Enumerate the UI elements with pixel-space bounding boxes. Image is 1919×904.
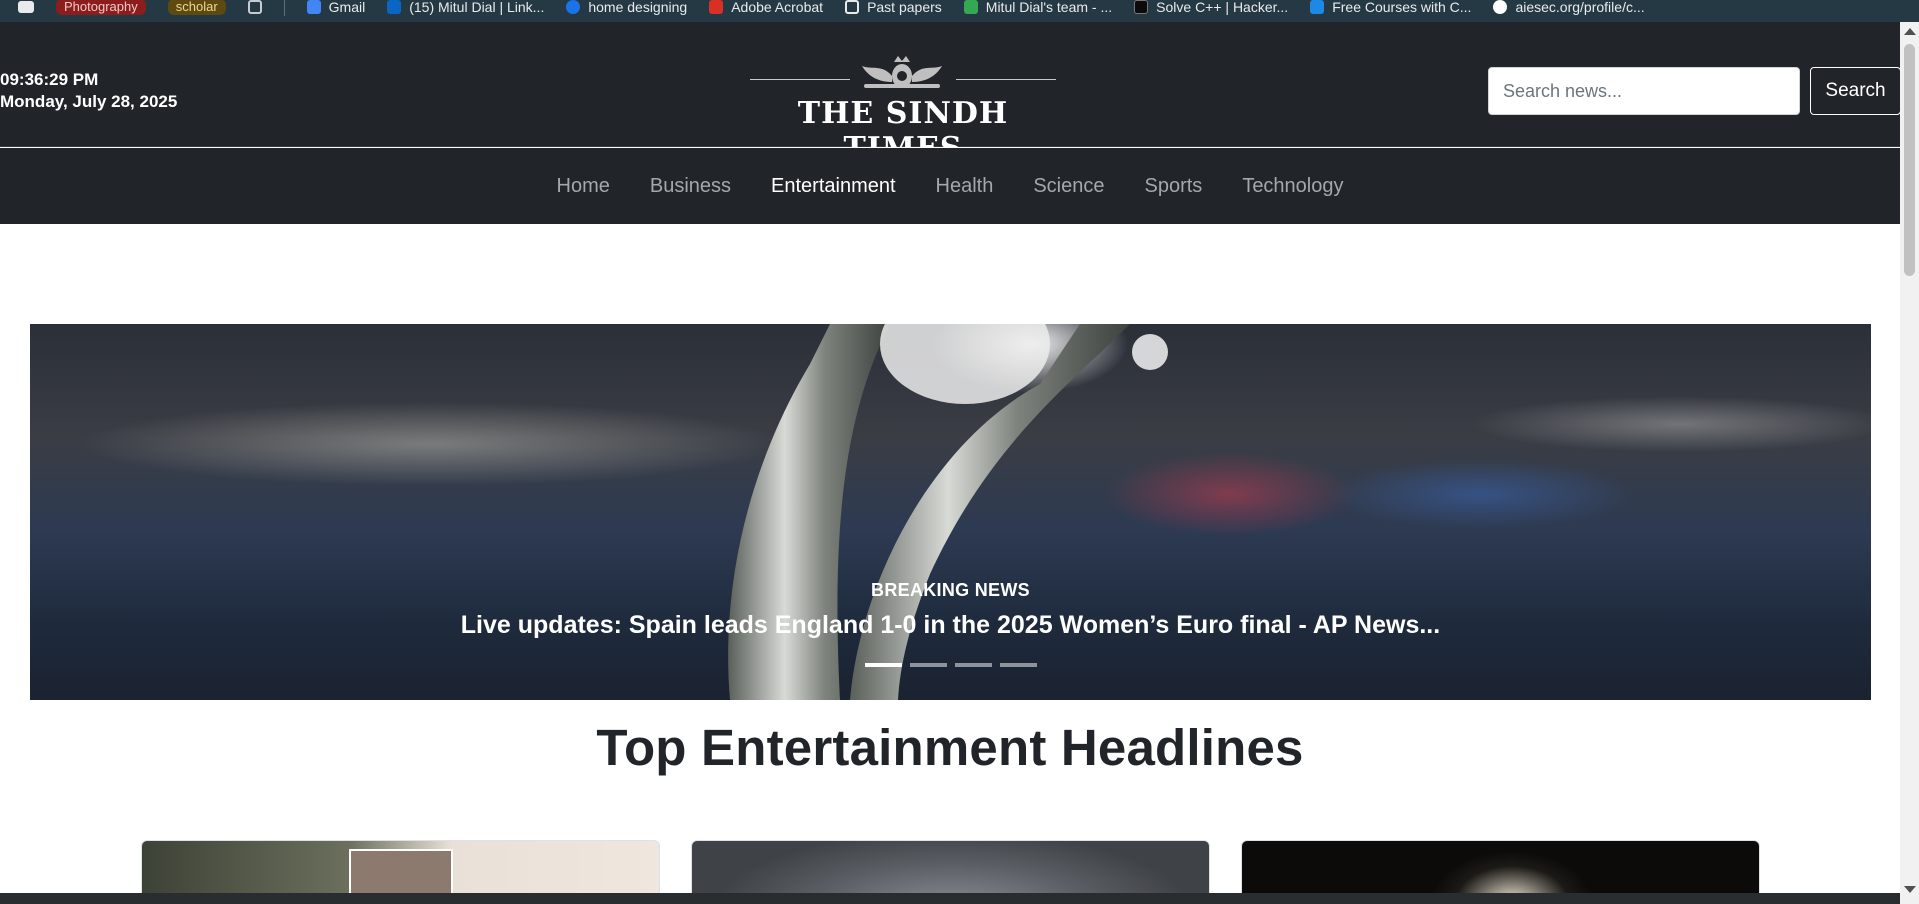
hackerrank-icon bbox=[1134, 0, 1149, 14]
gmail-icon bbox=[306, 0, 321, 14]
carousel-indicator-2[interactable] bbox=[910, 663, 947, 667]
logo-rule-right bbox=[956, 79, 1056, 80]
nav-item-sports[interactable]: Sports bbox=[1145, 175, 1203, 198]
section-heading: Top Entertainment Headlines bbox=[596, 719, 1304, 776]
logo-rule-left bbox=[750, 79, 850, 80]
globe-icon bbox=[566, 0, 581, 14]
scroll-up-icon[interactable] bbox=[1904, 28, 1916, 35]
search-button[interactable]: Search bbox=[1810, 67, 1901, 115]
current-date: Monday, July 28, 2025 bbox=[0, 92, 178, 111]
courses-icon bbox=[1310, 0, 1325, 14]
linkedin-icon bbox=[387, 0, 402, 14]
bookmark-label: home designing bbox=[588, 0, 688, 15]
nav-item-entertainment[interactable]: Entertainment bbox=[771, 175, 896, 198]
bookmark-home-designing[interactable]: home designing bbox=[566, 0, 687, 15]
carousel-indicator-3[interactable] bbox=[955, 663, 992, 667]
bookmark-team[interactable]: Mitul Dial's team - ... bbox=[963, 0, 1113, 15]
aiesec-icon bbox=[1493, 0, 1508, 14]
breaking-news-carousel[interactable]: BREAKING NEWS Live updates: Spain leads … bbox=[30, 324, 1871, 700]
bookmark-past-papers[interactable]: Past papers bbox=[845, 0, 942, 15]
category-nav: Home Business Entertainment Health Scien… bbox=[0, 148, 1900, 224]
bookmark-aiesec[interactable]: aiesec.org/profile/c... bbox=[1493, 0, 1645, 15]
carousel-caption: BREAKING NEWS Live updates: Spain leads … bbox=[30, 580, 1871, 640]
grid-icon[interactable] bbox=[247, 0, 262, 14]
site-header: 09:36:29 PM Monday, July 28, 2025 THE SI… bbox=[0, 22, 1901, 166]
bookmarks-bar: Photography scholar Gmail (15) Mitul Dia… bbox=[0, 0, 1919, 22]
scrollbar-thumb[interactable] bbox=[1904, 44, 1915, 276]
current-time: 09:36:29 PM bbox=[0, 70, 99, 89]
hero-image bbox=[728, 324, 1168, 700]
crest-icon bbox=[862, 56, 942, 88]
bookmark-label: Mitul Dial's team - ... bbox=[985, 0, 1113, 15]
bookmark-label: Gmail bbox=[328, 0, 366, 15]
team-icon bbox=[963, 0, 978, 14]
bookmark-adobe-acrobat[interactable]: Adobe Acrobat bbox=[709, 0, 823, 15]
nav-item-technology[interactable]: Technology bbox=[1242, 175, 1343, 198]
page-scrollbar[interactable] bbox=[1900, 22, 1919, 904]
bookmark-linkedin[interactable]: (15) Mitul Dial | Link... bbox=[387, 0, 544, 15]
bookmark-folder-scholar[interactable]: scholar bbox=[167, 0, 226, 15]
carousel-indicator-1[interactable] bbox=[865, 663, 902, 667]
nav-item-business[interactable]: Business bbox=[650, 175, 731, 198]
bookmark-free-courses[interactable]: Free Courses with C... bbox=[1310, 0, 1471, 15]
nav-item-health[interactable]: Health bbox=[936, 175, 994, 198]
bookmark-label: Past papers bbox=[867, 0, 942, 15]
bookmark-label: Solve C++ | Hacker... bbox=[1156, 0, 1289, 15]
bookmark-label: aiesec.org/profile/c... bbox=[1515, 0, 1645, 15]
search-input[interactable] bbox=[1488, 67, 1800, 115]
bookmark-folder-photography[interactable]: Photography bbox=[56, 0, 146, 15]
search-form: Search bbox=[1488, 67, 1901, 115]
nav-item-science[interactable]: Science bbox=[1033, 175, 1104, 198]
folder-icon bbox=[845, 0, 860, 14]
bookmark-hackerrank[interactable]: Solve C++ | Hacker... bbox=[1134, 0, 1288, 15]
scroll-down-icon[interactable] bbox=[1904, 886, 1916, 893]
bookmark-label: scholar bbox=[167, 0, 226, 15]
carousel-indicators bbox=[865, 663, 1037, 667]
bookmark-label: Adobe Acrobat bbox=[731, 0, 824, 15]
site-logo[interactable]: THE SINDH TIMES bbox=[750, 52, 1056, 166]
bookmark-gmail[interactable]: Gmail bbox=[306, 0, 366, 15]
bookmarks-divider bbox=[283, 0, 285, 16]
taskbar-edge bbox=[0, 893, 1900, 904]
bookmark-label: Free Courses with C... bbox=[1332, 0, 1472, 15]
clock: 09:36:29 PM Monday, July 28, 2025 bbox=[0, 69, 177, 113]
bookmark-label: Photography bbox=[56, 0, 146, 15]
acrobat-icon bbox=[709, 0, 724, 14]
breaking-news-label: BREAKING NEWS bbox=[871, 580, 1030, 600]
carousel-indicator-4[interactable] bbox=[1000, 663, 1037, 667]
apps-icon[interactable] bbox=[18, 1, 34, 13]
headline-link[interactable]: Live updates: Spain leads England 1-0 in… bbox=[30, 611, 1871, 640]
bookmark-label: (15) Mitul Dial | Link... bbox=[409, 0, 545, 15]
nav-item-home[interactable]: Home bbox=[557, 175, 610, 198]
